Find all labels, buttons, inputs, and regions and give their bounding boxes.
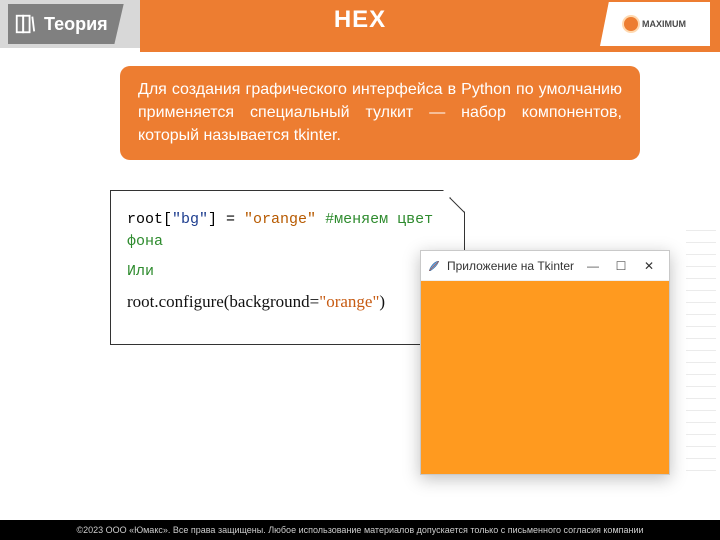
code-val: "orange" (244, 211, 316, 228)
code-line-1: root["bg"] = "orange" #меняем цвет фона (127, 209, 448, 253)
code-or: Или (127, 261, 448, 283)
code2-arg: "orange" (319, 292, 379, 311)
brand-logo: MAXIMUM (600, 2, 710, 46)
brand-sun-icon (624, 17, 638, 31)
code-box: root["bg"] = "orange" #меняем цвет фона … (110, 190, 465, 345)
footer: ©2023 ООО «Юмакс». Все права защищены. Л… (0, 520, 720, 540)
footer-text: ©2023 ООО «Юмакс». Все права защищены. Л… (76, 525, 643, 535)
tk-maximize-button[interactable]: ☐ (607, 259, 635, 273)
tk-minimize-button[interactable]: — (579, 259, 607, 273)
slide-root: Теория HEX MAXIMUM Для создания графичес… (0, 0, 720, 540)
code-pre: root[ (127, 211, 172, 228)
tk-titlebar: Приложение на Tkinter — ☐ ✕ (421, 251, 669, 281)
code2-post: ) (379, 292, 385, 311)
code-mid: ] = (208, 211, 244, 228)
tkinter-window: Приложение на Tkinter — ☐ ✕ (420, 250, 670, 475)
code-key: "bg" (172, 211, 208, 228)
header: Теория HEX MAXIMUM (0, 0, 720, 48)
brand-logo-text: MAXIMUM (642, 19, 686, 29)
decorative-code-stripes (686, 230, 716, 480)
intro-box: Для создания графического интерфейса в P… (120, 66, 640, 160)
intro-text: Для создания графического интерфейса в P… (138, 81, 622, 144)
tk-close-button[interactable]: ✕ (635, 259, 663, 273)
tk-feather-icon (427, 259, 441, 273)
code2-pre: root.configure(background= (127, 292, 319, 311)
code-line-2: root.configure(background="orange") (127, 290, 448, 315)
tk-client-area (421, 281, 669, 474)
tk-window-title: Приложение на Tkinter (447, 259, 579, 273)
header-underline (0, 48, 720, 52)
